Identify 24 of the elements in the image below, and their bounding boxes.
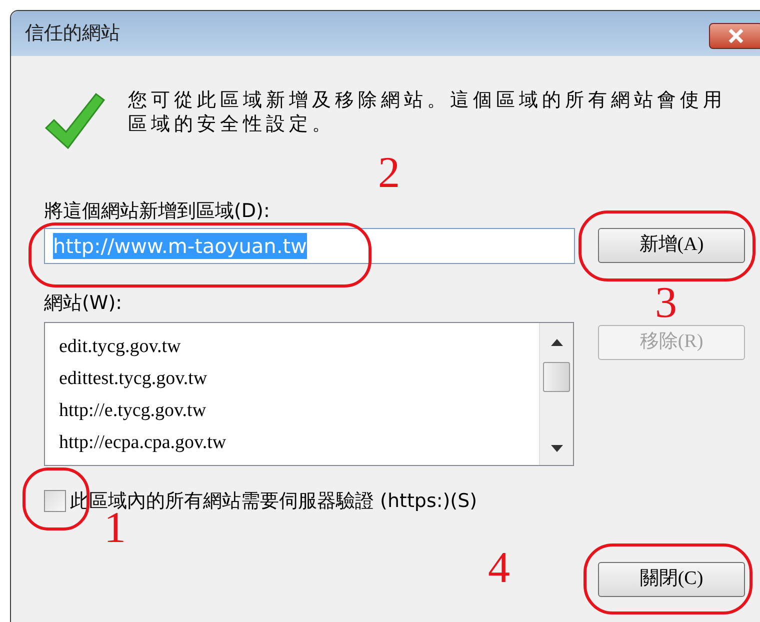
list-label: 網站(W): xyxy=(44,291,122,316)
site-list-item[interactable]: edittest.tycg.gov.tw xyxy=(59,363,226,395)
dialog-button[interactable]: 新增(A) xyxy=(598,228,745,263)
dialog-button[interactable]: 關閉(C) xyxy=(598,562,745,597)
annotation-number: 4 xyxy=(488,548,510,588)
field-label: 將這個網站新增到區域(D): xyxy=(44,199,270,224)
annotation-number: 2 xyxy=(378,153,400,193)
scroll-thumb[interactable] xyxy=(543,362,570,392)
close-icon xyxy=(728,29,744,43)
checkbox[interactable] xyxy=(44,490,66,512)
site-list-item[interactable]: http://ecpa.cpa.gov.tw xyxy=(59,427,226,459)
annotation-number: 3 xyxy=(655,283,677,323)
scrollbar[interactable] xyxy=(539,323,573,465)
scroll-down-icon[interactable] xyxy=(551,445,563,452)
description-text: 您可從此區域新增及移除網站。這個區域的所有網站會使用區域的安全性設定。 xyxy=(128,88,727,136)
site-list-item[interactable]: edit.tycg.gov.tw xyxy=(59,331,226,363)
scroll-up-icon[interactable] xyxy=(551,339,563,346)
close-button[interactable] xyxy=(709,23,760,49)
site-list-item[interactable]: http://e.tycg.gov.tw xyxy=(59,395,226,427)
checkmark-icon xyxy=(44,90,106,150)
annotation-ring xyxy=(22,467,90,531)
url-value: http://www.m-taoyuan.tw xyxy=(53,233,307,259)
window-title: 信任的網站 xyxy=(25,21,120,46)
annotation-number: 1 xyxy=(104,508,126,548)
